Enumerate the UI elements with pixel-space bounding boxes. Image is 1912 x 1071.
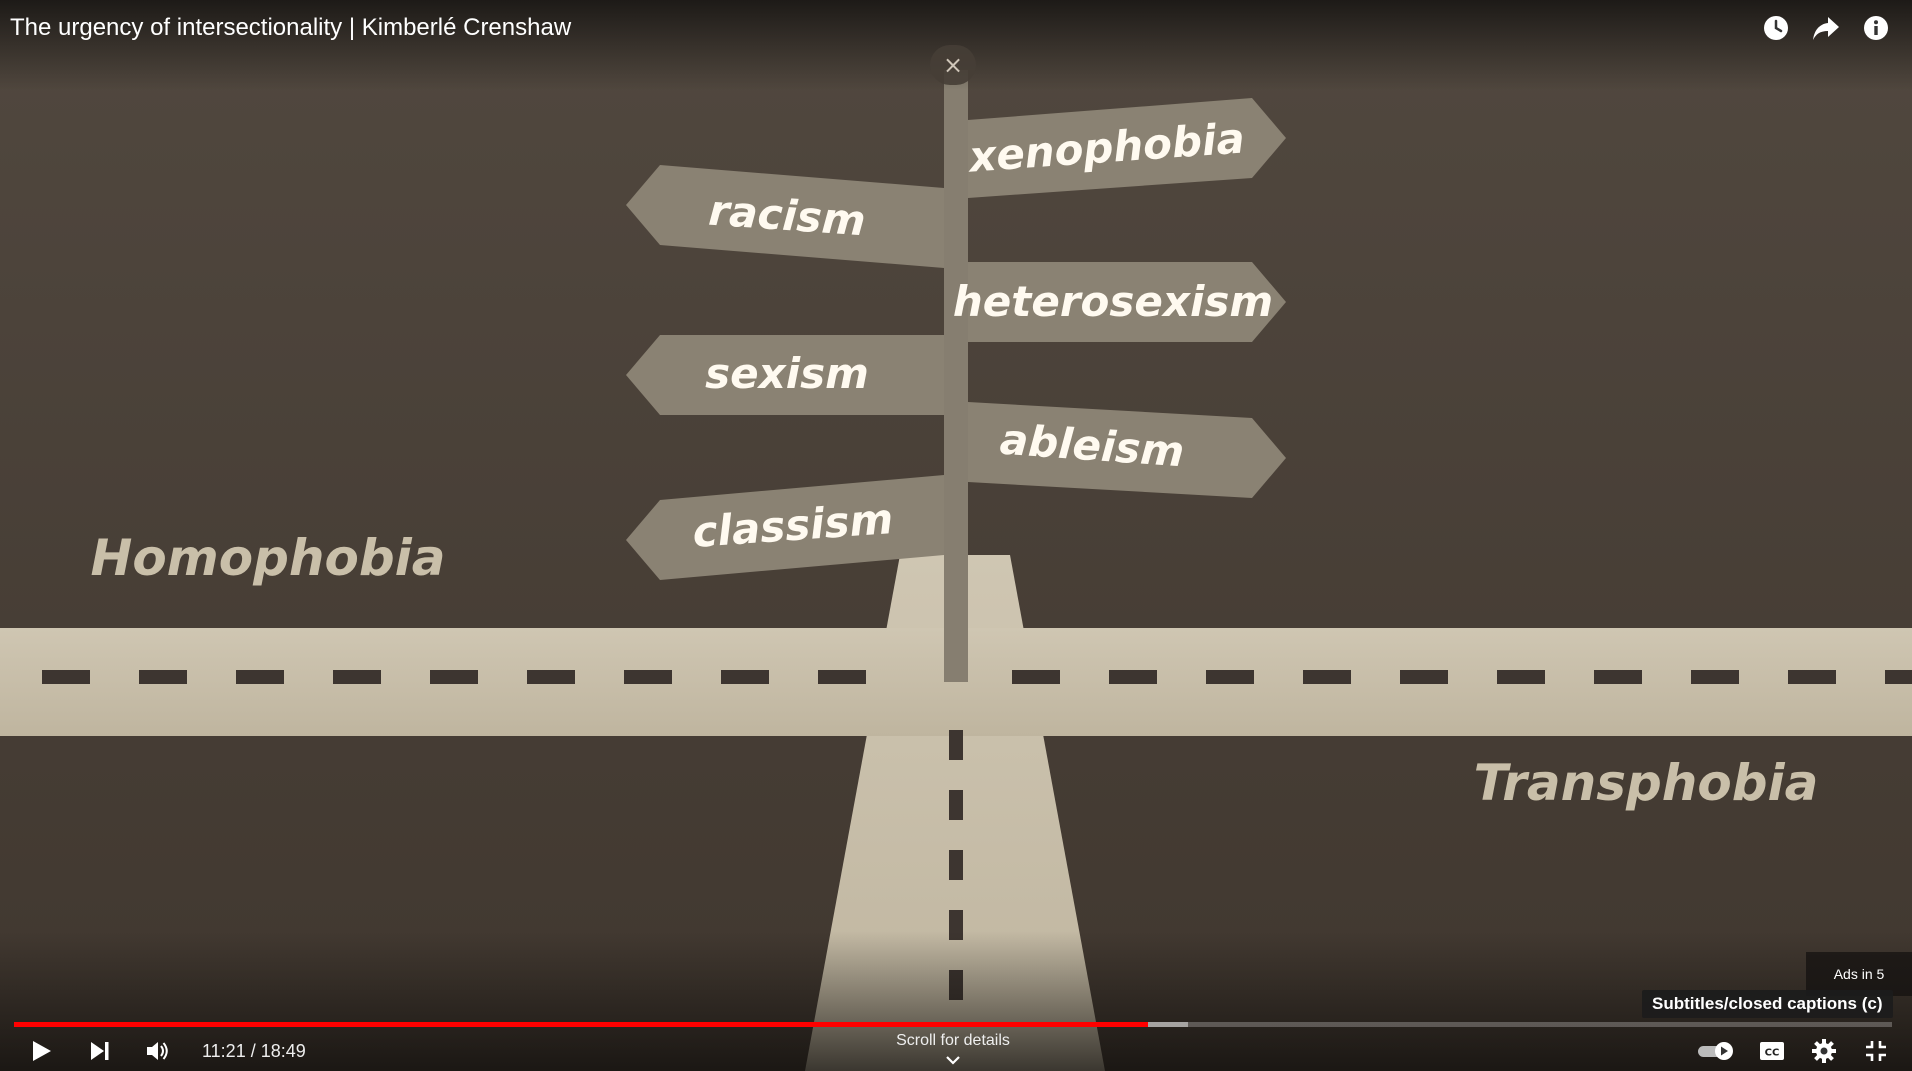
- exit-fullscreen-icon: [1866, 1041, 1886, 1061]
- road-dash: [1885, 670, 1912, 684]
- road-dash: [236, 670, 284, 684]
- road-dash: [1400, 670, 1448, 684]
- road-dash: [1788, 670, 1836, 684]
- road-dash: [430, 670, 478, 684]
- subtitles-tooltip: Subtitles/closed captions (c): [1642, 990, 1893, 1018]
- next-icon: [91, 1042, 109, 1060]
- subtitles-button[interactable]: CC: [1754, 1034, 1790, 1068]
- chevron-down-icon[interactable]: [944, 1053, 962, 1067]
- sign-label-sexism: sexism: [705, 349, 869, 398]
- next-button[interactable]: [82, 1034, 118, 1068]
- road-dash: [42, 670, 90, 684]
- sign-label-heterosexism: heterosexism: [953, 277, 1273, 326]
- video-title[interactable]: The urgency of intersectionality | Kimbe…: [10, 14, 571, 42]
- road-dash: [1109, 670, 1157, 684]
- road-dash-vertical: [949, 730, 963, 760]
- road-dash: [1497, 670, 1545, 684]
- road-dash: [1594, 670, 1642, 684]
- time-display: 11:21 / 18:49: [202, 1040, 306, 1061]
- controls-right: CC: [1694, 1034, 1894, 1068]
- volume-icon: [147, 1042, 168, 1060]
- autoplay-toggle-icon: [1698, 1042, 1733, 1060]
- share-icon[interactable]: [1810, 12, 1842, 44]
- road-dash: [1303, 670, 1351, 684]
- road-dash: [1206, 670, 1254, 684]
- settings-icon: [1812, 1039, 1836, 1063]
- scroll-for-details[interactable]: Scroll for details: [880, 1032, 1026, 1050]
- play-button[interactable]: [24, 1034, 60, 1068]
- road-dash: [527, 670, 575, 684]
- label-transphobia: Transphobia: [1474, 754, 1819, 812]
- road-dash: [1691, 670, 1739, 684]
- progress-played: [14, 1022, 1149, 1027]
- info-icon[interactable]: [1860, 12, 1892, 44]
- settings-button[interactable]: [1806, 1034, 1842, 1068]
- svg-text:CC: CC: [1765, 1048, 1780, 1059]
- signpost-pole: [944, 70, 968, 682]
- progress-bar[interactable]: [14, 1021, 1892, 1027]
- video-frame[interactable]: racism sexism classism xenophobia hetero…: [0, 0, 1912, 1071]
- close-overlay-button[interactable]: ×: [930, 45, 976, 85]
- road-dash-vertical: [949, 790, 963, 820]
- road-dash: [333, 670, 381, 684]
- exit-fullscreen-button[interactable]: [1858, 1034, 1894, 1068]
- road-dash: [139, 670, 187, 684]
- road-dash: [818, 670, 866, 684]
- controls-left: 11:21 / 18:49: [24, 1034, 306, 1068]
- play-icon: [33, 1041, 51, 1061]
- volume-button[interactable]: [140, 1034, 176, 1068]
- autoplay-toggle[interactable]: [1694, 1034, 1738, 1068]
- road-dash: [721, 670, 769, 684]
- road-dash-vertical: [949, 850, 963, 880]
- watch-later-icon[interactable]: [1760, 12, 1792, 44]
- road-dash: [1012, 670, 1060, 684]
- top-icon-bar: [1760, 12, 1892, 44]
- label-homophobia: Homophobia: [90, 529, 445, 587]
- road-dash: [624, 670, 672, 684]
- subtitles-icon: CC: [1760, 1042, 1784, 1060]
